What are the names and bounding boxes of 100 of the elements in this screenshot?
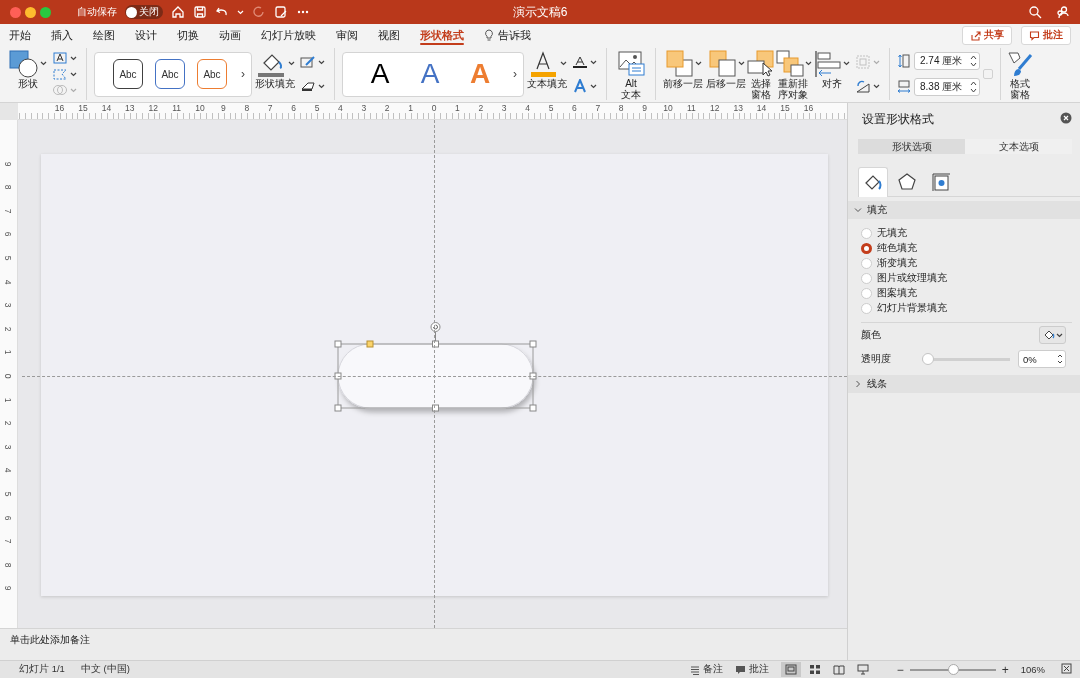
- autosave-label: 自动保存: [77, 5, 117, 19]
- language-label: 中文 (中国): [80, 663, 130, 676]
- transparency-field[interactable]: 0%: [1018, 350, 1066, 368]
- ribbon-tab[interactable]: 插入: [51, 24, 73, 46]
- slide-counter: 幻灯片 1/1: [19, 663, 65, 676]
- section-header[interactable]: 填充: [848, 201, 1080, 219]
- wordart-sample[interactable]: A: [413, 57, 447, 91]
- ruler-number: 3: [3, 443, 13, 452]
- format-pane-button[interactable]: 格式窗格: [1008, 48, 1032, 100]
- ruler-number: 4: [3, 467, 13, 475]
- notes-placeholder[interactable]: 单击此处添加备注: [0, 628, 847, 660]
- window-title: 演示文稿6: [512, 3, 568, 21]
- ruler-number: 5: [313, 103, 321, 113]
- field-label: 透明度: [861, 352, 891, 366]
- ruler-number: 8: [243, 103, 251, 113]
- ruler-number: 1: [3, 396, 13, 404]
- ruler-number: 7: [594, 103, 602, 113]
- ruler-number: 12: [709, 103, 721, 113]
- option-label: 图片或纹理填充: [877, 271, 947, 285]
- alt-text-button[interactable]: Alt 文本: [614, 48, 648, 100]
- option-label: 无填充: [877, 226, 907, 240]
- section-header[interactable]: 线条: [848, 375, 1080, 393]
- ruler-number: 15: [77, 103, 89, 113]
- ruler-number: 11: [171, 103, 182, 113]
- ribbon-tab[interactable]: 视图: [378, 24, 400, 46]
- ruler-number: 6: [3, 514, 13, 522]
- ruler-number: 2: [3, 419, 13, 428]
- option-label: 纯色填充: [877, 241, 917, 255]
- ribbon-tab[interactable]: 幻灯片放映: [261, 24, 316, 46]
- section-title: 填充: [867, 203, 887, 217]
- width-field[interactable]: 8.38 厘米: [914, 78, 980, 96]
- style-sample[interactable]: Abc: [155, 59, 185, 89]
- ruler-number: 7: [266, 103, 274, 113]
- ruler-number: 8: [617, 103, 625, 113]
- ruler-number: 15: [779, 103, 791, 113]
- height-field[interactable]: 2.74 厘米: [914, 52, 980, 70]
- shapes-button[interactable]: 形状: [8, 48, 47, 100]
- ruler-number: 1: [3, 349, 13, 357]
- pane-tab[interactable]: 文本选项: [965, 139, 1072, 154]
- align-button[interactable]: 对齐: [813, 48, 850, 100]
- text-fill-button[interactable]: 文本填充: [527, 48, 567, 100]
- comments-button[interactable]: 批注: [734, 663, 769, 676]
- ruler-number: 3: [360, 103, 368, 113]
- ruler-number: 14: [100, 103, 113, 113]
- share-button[interactable]: 共享: [962, 25, 1012, 45]
- ruler-number: 2: [477, 103, 485, 113]
- option-label: 图案填充: [877, 286, 917, 300]
- pane-tab[interactable]: 形状选项: [858, 139, 965, 154]
- wordart-sample[interactable]: A: [363, 57, 397, 91]
- comments-button[interactable]: 批注: [1021, 25, 1071, 45]
- ruler-number: 7: [3, 207, 13, 216]
- ruler-number: 9: [641, 103, 648, 113]
- more-styles-button[interactable]: ›: [511, 67, 519, 81]
- ruler-number: 4: [524, 103, 531, 113]
- reorder-button[interactable]: 重新排序对象: [776, 48, 810, 100]
- ruler-number: 5: [3, 490, 13, 499]
- ribbon-tab[interactable]: 开始: [9, 24, 31, 46]
- ribbon-tab[interactable]: 审阅: [336, 24, 358, 46]
- zoom-percent: 106%: [1020, 664, 1045, 675]
- ruler-number: 0: [430, 103, 438, 113]
- send-backward-button[interactable]: 后移一层: [706, 48, 746, 100]
- ruler-number: 13: [732, 103, 744, 113]
- ribbon-tab[interactable]: 设计: [135, 24, 157, 46]
- ruler-number: 5: [3, 254, 13, 263]
- ruler-number: 4: [3, 278, 13, 287]
- ruler-number: 6: [3, 231, 13, 239]
- ruler-number: 14: [755, 103, 768, 113]
- style-sample[interactable]: Abc: [197, 59, 227, 89]
- selection-pane-button[interactable]: 选择窗格: [749, 48, 773, 100]
- ruler-number: 16: [53, 103, 66, 113]
- zoom-out-button[interactable]: −: [896, 662, 904, 677]
- ruler-number: 3: [500, 103, 508, 113]
- shape-fill-button[interactable]: 形状填充: [255, 48, 295, 100]
- ribbon-tab[interactable]: 形状格式: [420, 24, 464, 46]
- ruler-number: 7: [3, 537, 13, 546]
- ribbon-tab[interactable]: 绘图: [93, 24, 115, 46]
- pane-title: 设置形状格式: [862, 110, 934, 128]
- ruler-number: 11: [685, 103, 697, 113]
- ruler-number: 3: [3, 301, 13, 310]
- ribbon-tab[interactable]: 切换: [177, 24, 199, 46]
- ruler-number: 4: [337, 103, 344, 113]
- ruler-number: 2: [383, 103, 391, 113]
- ruler-number: 9: [220, 103, 227, 113]
- autosave-toggle[interactable]: 关闭: [125, 5, 163, 19]
- ribbon-tab[interactable]: 动画: [219, 24, 241, 46]
- ruler-number: 16: [802, 103, 815, 113]
- more-styles-button[interactable]: ›: [239, 67, 247, 81]
- ruler-number: 8: [3, 183, 13, 192]
- zoom-in-button[interactable]: +: [1001, 662, 1009, 677]
- ruler-number: 2: [3, 325, 13, 334]
- ruler-number: 1: [407, 103, 414, 113]
- bring-forward-button[interactable]: 前移一层: [663, 48, 703, 100]
- ruler-number: 6: [290, 103, 297, 113]
- ruler-number: 1: [454, 103, 461, 113]
- option-label: 幻灯片背景填充: [877, 301, 947, 315]
- option-label: 渐变填充: [877, 256, 917, 270]
- style-sample[interactable]: Abc: [113, 59, 143, 89]
- tell-me-button[interactable]: 告诉我: [484, 27, 531, 43]
- ruler-number: 9: [3, 585, 13, 593]
- notes-button[interactable]: 备注: [689, 663, 723, 676]
